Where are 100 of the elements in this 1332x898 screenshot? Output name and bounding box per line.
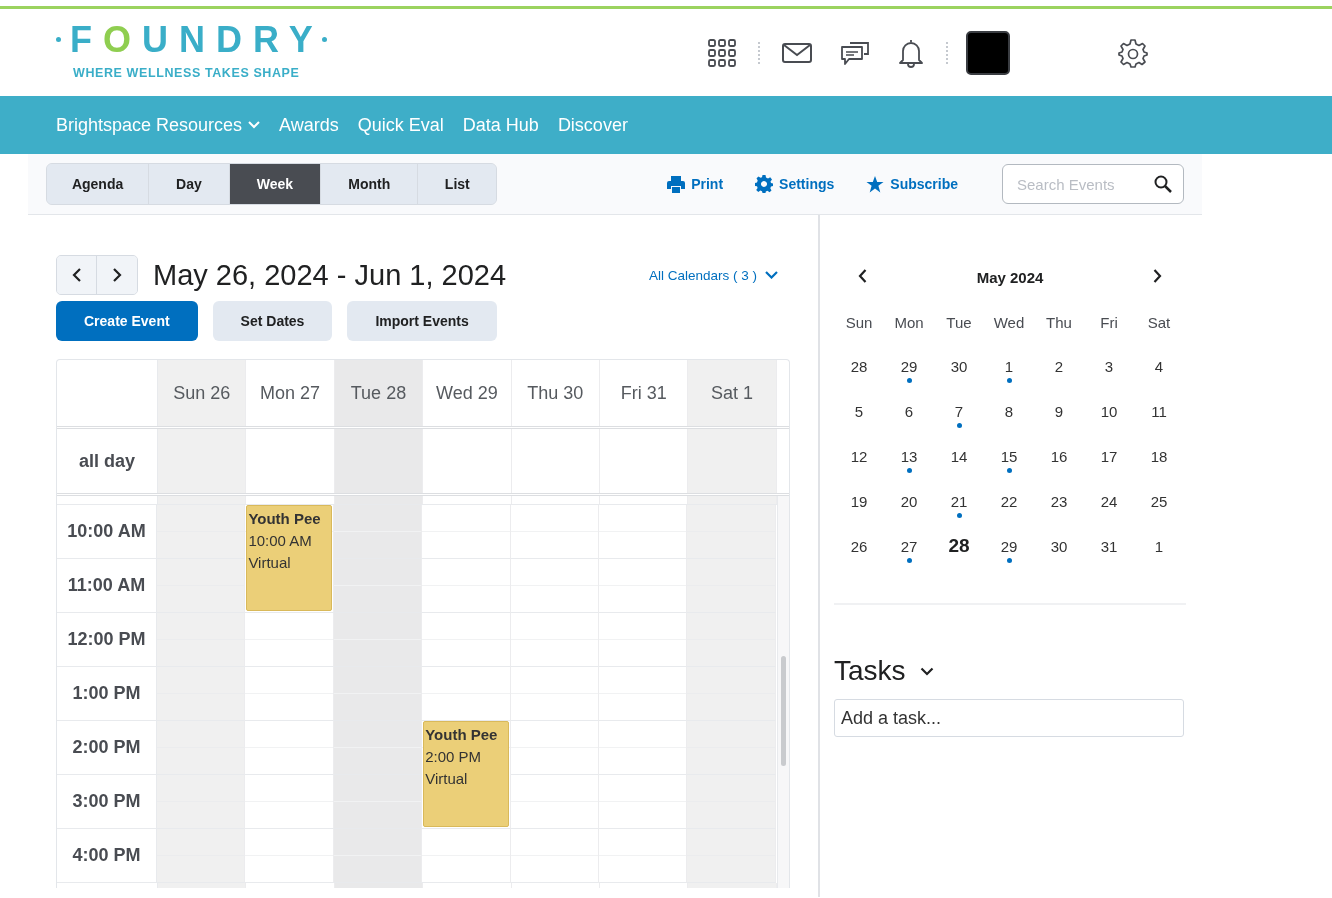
calendar-day[interactable]: 21 [950, 493, 968, 510]
app-grid-icon[interactable] [708, 38, 736, 67]
time-slot-cell[interactable] [688, 496, 777, 504]
calendar-day[interactable]: 2 [1054, 358, 1064, 375]
search-icon[interactable] [1154, 175, 1172, 193]
add-task-field[interactable]: Add a task... [834, 699, 1184, 737]
calendar-day[interactable]: 24 [1100, 493, 1118, 510]
action-button[interactable]: Set Dates [212, 301, 333, 341]
action-button[interactable]: Import Events [347, 301, 497, 341]
calendar-day[interactable]: 20 [900, 493, 918, 510]
mail-icon[interactable] [782, 42, 812, 63]
view-tab[interactable]: Agenda [47, 164, 150, 204]
search-field[interactable]: Search Events [1002, 164, 1184, 204]
calendar-day[interactable]: 23 [1050, 493, 1068, 510]
weekday-label: Mon [893, 314, 925, 333]
weekday-label: Tue [945, 314, 973, 333]
time-label: 2:00 PM [57, 721, 157, 775]
action-link[interactable]: Subscribe [866, 175, 958, 193]
calendar-day[interactable]: 28 [850, 358, 868, 375]
action-link[interactable]: Print [667, 175, 724, 193]
logo-tagline: WHERE WELLNESS TAKES SHAPE [73, 65, 300, 80]
chevron-right-icon [112, 268, 122, 282]
gear-icon [755, 175, 774, 193]
time-slot-cell[interactable] [510, 721, 599, 775]
all-day-label: all day [57, 429, 158, 493]
user-avatar[interactable] [966, 30, 1010, 75]
chevron-down-icon[interactable] [919, 666, 934, 676]
calendar-day[interactable]: 5 [854, 403, 864, 420]
day-header[interactable]: Sun 26 [158, 360, 247, 426]
chevron-left-icon [71, 268, 82, 282]
calendar-event[interactable]: Youth Pee 10:00 AM Virtual [246, 505, 332, 611]
calendar-day[interactable]: 31 [1100, 538, 1118, 555]
time-slot-cell[interactable] [157, 505, 246, 559]
calendar-day[interactable]: 11 [1151, 403, 1167, 420]
chevron-left-icon [858, 269, 867, 283]
calendar-day[interactable]: 18 [1150, 448, 1168, 465]
weekday-label: Sat [1146, 314, 1172, 333]
calendar-day[interactable]: 3 [1104, 358, 1114, 375]
calendar-event[interactable]: Youth Pee 2:00 PM Virtual [423, 721, 509, 827]
action-link[interactable]: Settings [755, 175, 835, 193]
time-label: 10:00 AM [57, 505, 157, 559]
day-header[interactable]: Fri 31 [599, 360, 689, 426]
calendar-day[interactable]: 19 [850, 493, 868, 510]
calendar-day[interactable]: 22 [1000, 493, 1018, 510]
time-slot-cell[interactable] [334, 496, 424, 504]
time-slot-cell[interactable] [157, 559, 246, 613]
calendar-day[interactable]: 1 [1154, 538, 1164, 555]
day-header[interactable]: Thu 30 [511, 360, 600, 426]
calendar-day[interactable]: 17 [1100, 448, 1118, 465]
calendar-day[interactable]: 10 [1100, 403, 1118, 420]
time-label: 11:00 AM [57, 559, 157, 613]
calendar-day[interactable]: 6 [904, 403, 914, 420]
view-tab[interactable]: Week [229, 164, 322, 204]
time-label: 4:00 PM [57, 829, 157, 883]
star-icon [866, 175, 885, 193]
all-day-cell[interactable] [158, 429, 247, 493]
calendar-day[interactable]: 14 [950, 448, 968, 465]
day-header[interactable]: Wed 29 [423, 360, 512, 426]
tasks-heading: Tasks [834, 655, 906, 687]
calendar-day[interactable]: 16 [1050, 448, 1068, 465]
calendar-day[interactable]: 8 [1004, 403, 1014, 420]
calendar-day[interactable]: 29 [900, 358, 918, 375]
day-header[interactable]: Sat 1 [688, 360, 777, 426]
calendar-day[interactable]: 1 [1004, 358, 1014, 375]
time-label: 3:00 PM [57, 775, 157, 829]
all-day-cell[interactable] [334, 429, 424, 493]
calendar-day[interactable]: 7 [954, 403, 964, 420]
weekday-label: Fri [1099, 314, 1119, 333]
calendar-day[interactable]: 27 [900, 538, 918, 555]
time-slot-cell[interactable] [510, 667, 599, 721]
day-header[interactable]: Tue 28 [334, 360, 424, 426]
date-range-title: May 26, 2024 - Jun 1, 2024 [153, 258, 508, 292]
time-slot-cell[interactable] [510, 775, 599, 829]
calendar-day[interactable]: 26 [850, 538, 868, 555]
calendar-day[interactable]: 13 [900, 448, 918, 465]
notification-bell-icon[interactable] [898, 37, 924, 68]
calendar-day[interactable]: 4 [1154, 358, 1164, 375]
calendar-day[interactable]: 30 [1050, 538, 1068, 555]
calendars-dropdown[interactable]: All Calendars ( 3 ) [648, 267, 778, 283]
weekday-label: Wed [992, 314, 1026, 333]
day-header[interactable]: Mon 27 [246, 360, 335, 426]
calendar-day[interactable]: 25 [1150, 493, 1168, 510]
time-slot-cell[interactable] [422, 667, 511, 721]
settings-icon[interactable] [1118, 37, 1148, 68]
calendar-day[interactable]: 9 [1054, 403, 1064, 420]
calendar-day[interactable]: 15 [1000, 448, 1018, 465]
all-day-cell[interactable] [688, 429, 777, 493]
calendar-day[interactable]: 28 [948, 535, 970, 557]
calendar-day[interactable]: 12 [850, 448, 868, 465]
action-button[interactable]: Create Event [56, 301, 198, 341]
chevron-down-icon [765, 271, 778, 279]
printer-icon [667, 175, 686, 193]
scrollbar-thumb[interactable] [781, 656, 786, 766]
time-label: 1:00 PM [57, 667, 157, 721]
previous-week-button[interactable] [57, 256, 97, 294]
calendar-day[interactable]: 30 [950, 358, 968, 375]
calendar-day[interactable]: 29 [1000, 538, 1018, 555]
time-label: 12:00 PM [57, 613, 157, 667]
chevron-right-icon [1153, 269, 1162, 283]
time-slot-cell[interactable] [158, 496, 247, 504]
